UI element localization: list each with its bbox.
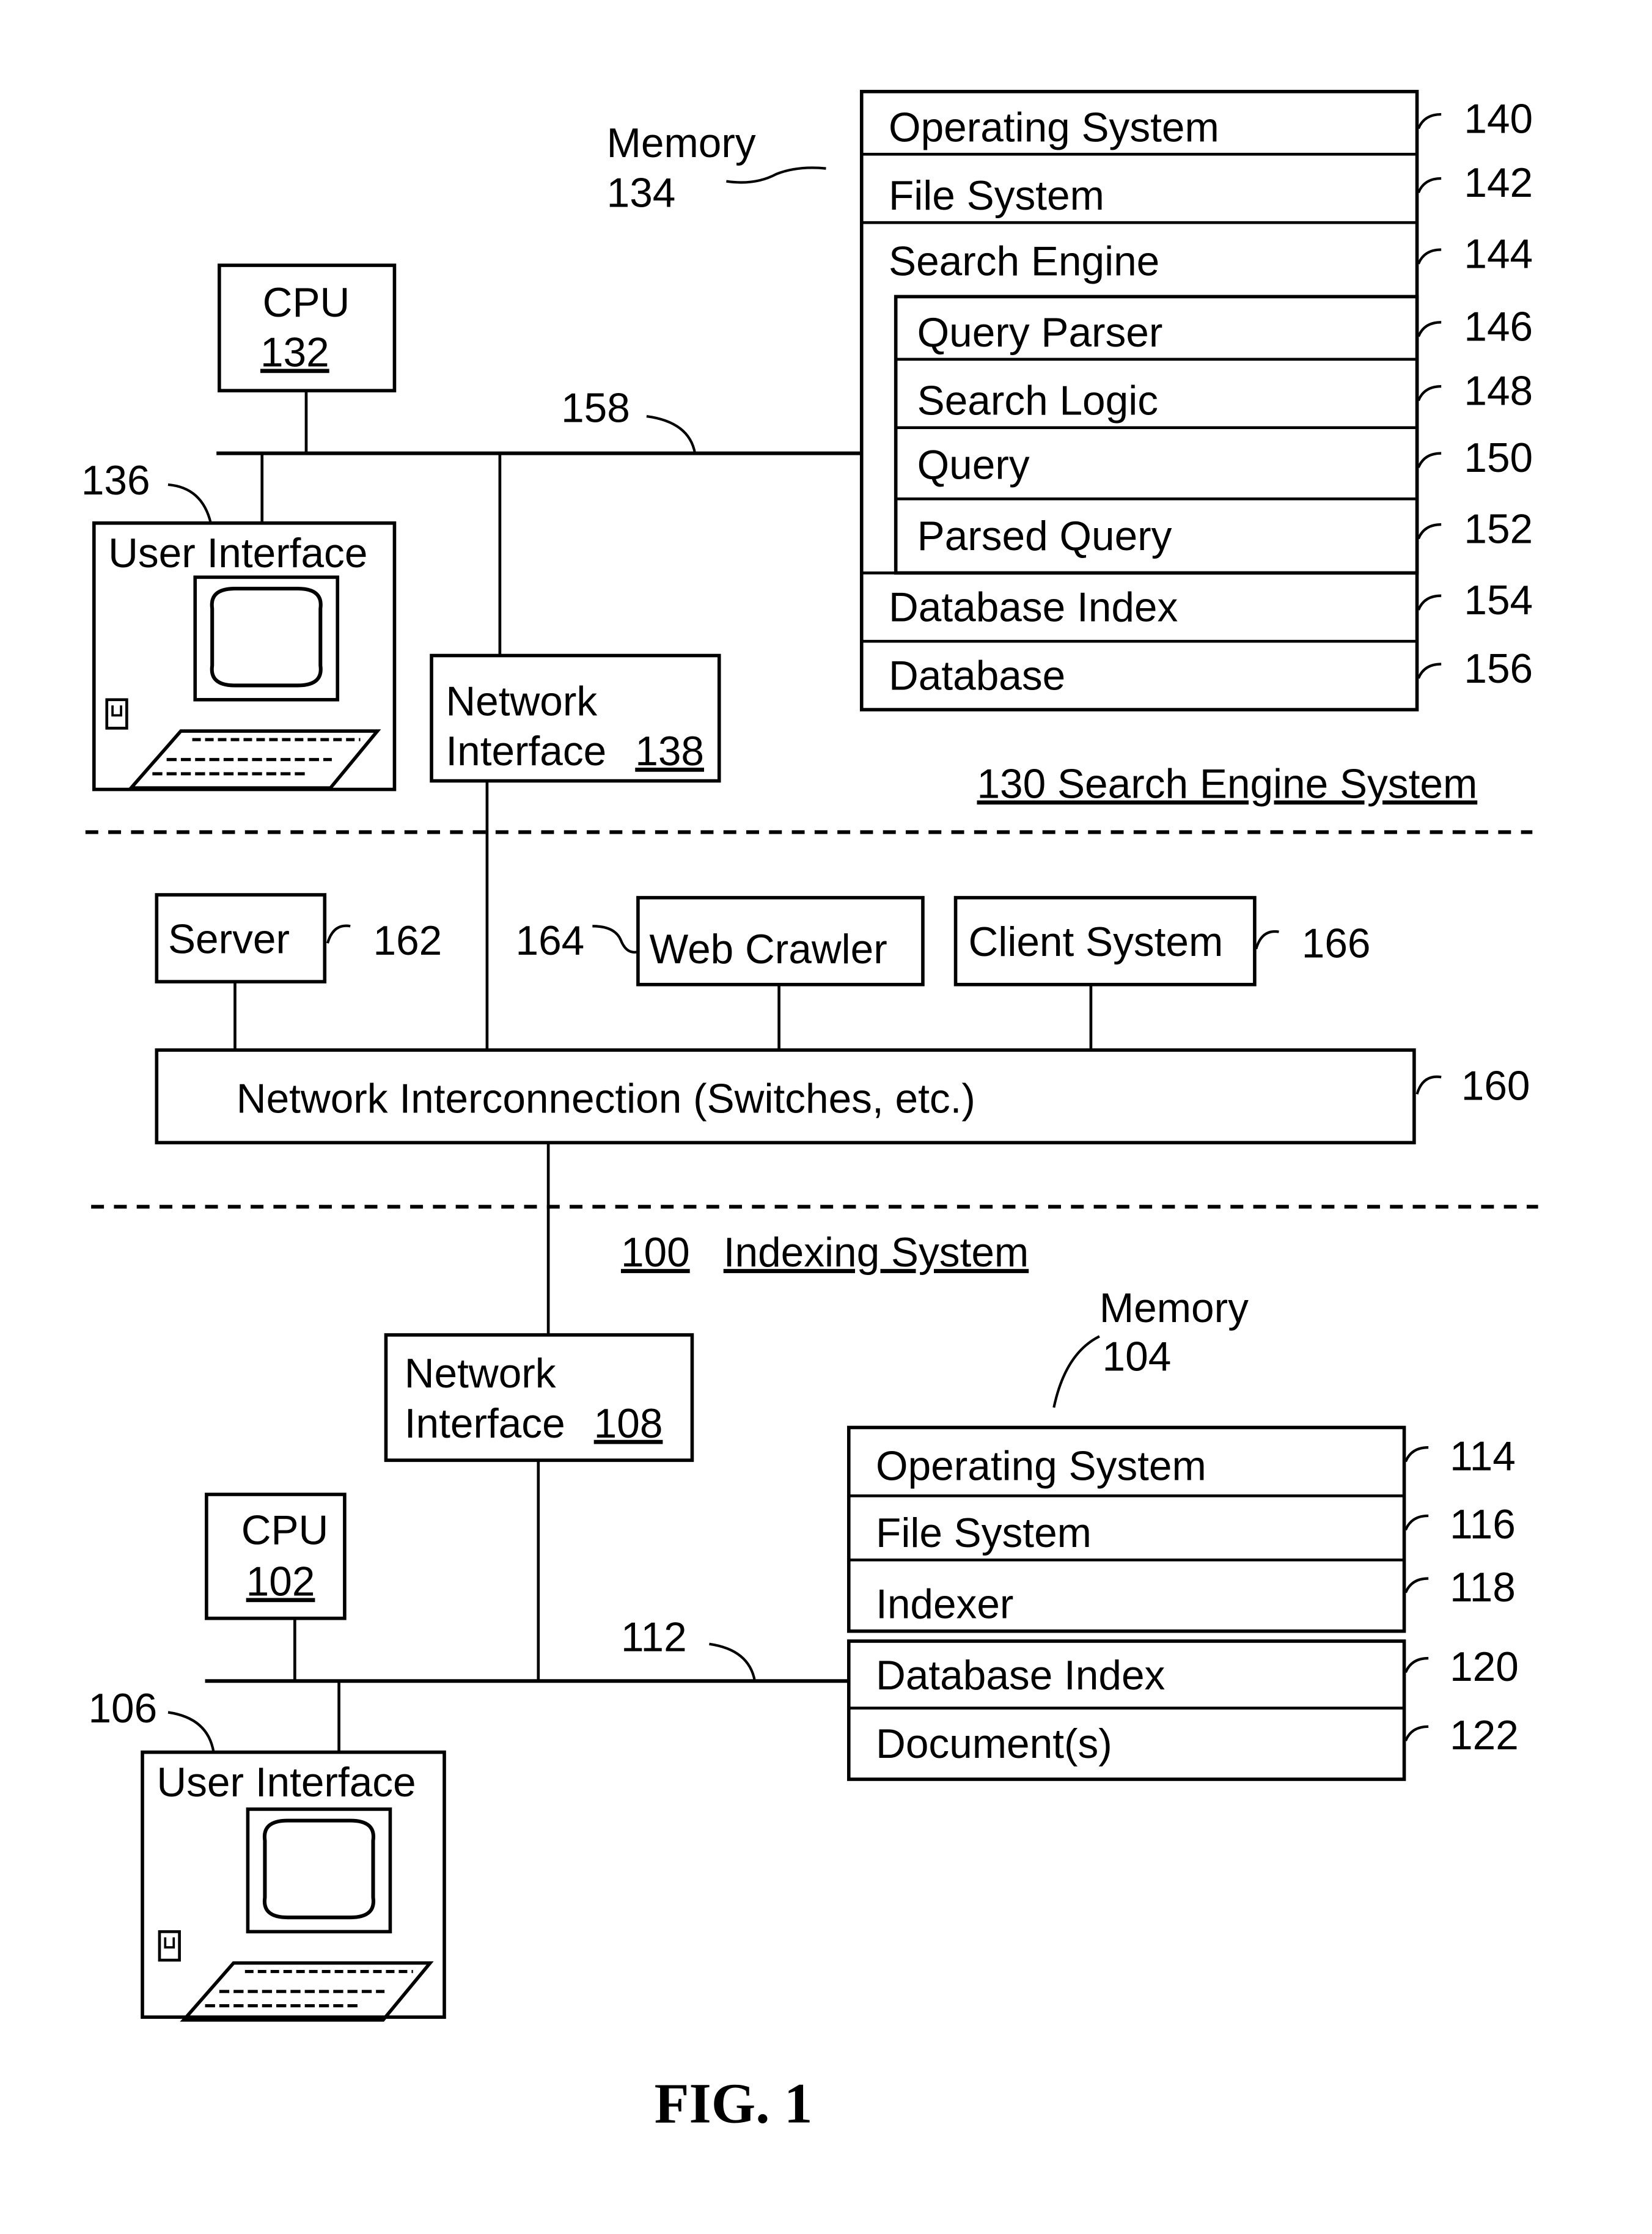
client-system-ref: 166 <box>1302 921 1371 967</box>
ni-108-line2: Interface <box>405 1401 565 1447</box>
ref-152: 152 <box>1464 506 1533 552</box>
module-database: Database <box>889 653 1065 699</box>
network-interconnection-160: Network Interconnection (Switches, etc.)… <box>155 1048 1530 1145</box>
bus-158-ref: 158 <box>561 385 630 431</box>
memory-134-label: Memory <box>607 120 756 166</box>
ref-142: 142 <box>1464 160 1533 206</box>
idx-module-indexer: Indexer <box>876 1582 1013 1628</box>
memory-104-ref: 104 <box>1103 1334 1172 1380</box>
ref-116: 116 <box>1450 1502 1516 1548</box>
memory-104-stack: Operating System File System Indexer Dat… <box>846 1425 1519 1781</box>
cpu-102: CPU 102 <box>205 1493 347 1620</box>
memory-134-ref: 134 <box>607 171 676 216</box>
indexing-system-label: Indexing System <box>724 1230 1029 1276</box>
ni-138-line2: Interface <box>446 729 606 774</box>
ref-154: 154 <box>1464 578 1533 623</box>
web-crawler-164: 164 Web Crawler <box>516 895 925 987</box>
ref-118: 118 <box>1450 1565 1516 1611</box>
search-engine-system-label: 130 Search Engine System <box>977 762 1477 807</box>
client-system-label: Client System <box>969 919 1224 965</box>
network-interconnection-label: Network Interconnection (Switches, etc.) <box>237 1076 975 1122</box>
network-interconnection-ref: 160 <box>1461 1064 1530 1109</box>
module-operating-system: Operating System <box>889 105 1219 150</box>
ref-148: 148 <box>1464 368 1533 414</box>
cpu-132: CPU 132 <box>218 263 397 392</box>
ni-108-line1: Network <box>405 1351 556 1397</box>
bus-112-ref: 112 <box>621 1614 687 1660</box>
figure-caption: FIG. 1 <box>655 2073 813 2136</box>
network-interface-138: Network Interface 138 <box>430 653 721 783</box>
web-crawler-label: Web Crawler <box>650 927 887 972</box>
user-interface-106: User Interface <box>141 1750 446 2020</box>
cpu-102-ref: 102 <box>246 1559 315 1604</box>
ui-106-label: User Interface <box>156 1760 416 1806</box>
memory-134-leader <box>726 166 826 184</box>
ref-156: 156 <box>1464 646 1533 692</box>
module-query: Query <box>917 443 1030 488</box>
system-diagram: Memory 134 Operating System File System … <box>81 89 1538 2136</box>
cpu-132-label: CPU <box>263 280 350 326</box>
indexing-system: 100 Indexing System Memory 104 Operating… <box>88 1230 1519 2020</box>
module-database-index: Database Index <box>889 585 1178 631</box>
cpu-132-ref: 132 <box>260 329 329 375</box>
ni-138-line1: Network <box>446 678 597 724</box>
ui-106-ref: 106 <box>88 1686 157 1732</box>
module-search-logic: Search Logic <box>917 378 1158 424</box>
ref-150: 150 <box>1464 435 1533 481</box>
module-query-parser: Query Parser <box>917 310 1163 356</box>
ref-146: 146 <box>1464 304 1533 350</box>
memory-134-stack: Operating System File System Search Engi… <box>859 89 1533 711</box>
ref-140: 140 <box>1464 96 1533 142</box>
memory-104-refs: 114 116 118 120 122 <box>1404 1433 1519 1758</box>
client-system-166: Client System 166 <box>953 895 1371 987</box>
ni-108-ref: 108 <box>594 1401 663 1447</box>
ni-138-ref: 138 <box>635 729 704 774</box>
module-file-system: File System <box>889 173 1104 219</box>
idx-module-operating-system: Operating System <box>876 1444 1206 1490</box>
ui-136-label: User Interface <box>108 531 367 576</box>
network-interface-108: Network Interface 108 <box>384 1333 694 1462</box>
ref-120: 120 <box>1450 1644 1519 1690</box>
server-162: Server 162 <box>155 893 442 983</box>
server-label: Server <box>168 917 290 963</box>
ui-136-ref: 136 <box>81 458 150 504</box>
web-crawler-ref: 164 <box>516 918 585 964</box>
cpu-102-label: CPU <box>241 1508 329 1554</box>
module-parsed-query: Parsed Query <box>917 513 1172 559</box>
memory-134-refs: 140 142 144 146 148 150 152 154 156 <box>1417 96 1533 692</box>
server-ref: 162 <box>373 918 442 964</box>
user-interface-136: User Interface <box>92 521 397 792</box>
idx-module-database-index: Database Index <box>876 1653 1165 1699</box>
idx-module-documents: Document(s) <box>876 1721 1112 1767</box>
ref-122: 122 <box>1450 1713 1519 1758</box>
module-search-engine: Search Engine <box>889 238 1159 284</box>
idx-module-file-system: File System <box>876 1510 1092 1556</box>
ref-114: 114 <box>1450 1433 1516 1479</box>
ref-144: 144 <box>1464 232 1533 277</box>
indexing-system-ref: 100 <box>621 1230 690 1276</box>
memory-104-label: Memory <box>1099 1285 1249 1331</box>
